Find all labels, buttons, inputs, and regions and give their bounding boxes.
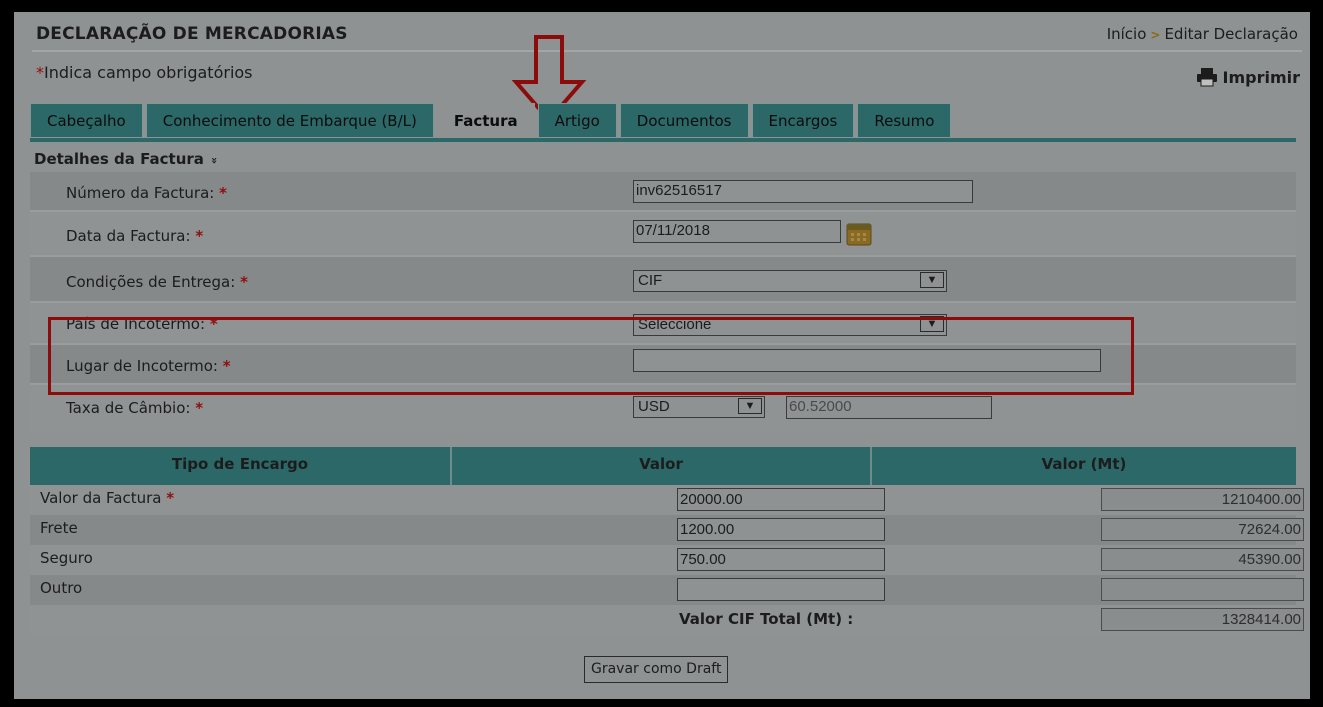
required-note: *Indica campo obrigatórios — [36, 63, 253, 82]
charges-table-header: Tipo de Encargo Valor Valor (Mt) — [30, 447, 1296, 485]
calendar-icon[interactable] — [846, 222, 872, 246]
section-title[interactable]: Detalhes da Factura » — [34, 150, 221, 168]
charge-mt-value: 1210400.00 — [1101, 488, 1304, 511]
form-row-delivery-conditions: Condições de Entrega: * CIF ▼ — [30, 257, 1296, 303]
table-row: Seguro 750.00 45390.00 — [30, 545, 1304, 575]
table-row: Frete 1200.00 72624.00 — [30, 515, 1304, 545]
exchange-rate-label: Taxa de Câmbio: * — [66, 399, 203, 417]
chevron-down-icon[interactable]: » — [208, 157, 221, 164]
breadcrumb: Início > Editar Declaração — [1107, 25, 1298, 43]
required-star: * — [195, 227, 204, 245]
breadcrumb-home-link[interactable]: Início — [1107, 25, 1147, 43]
required-star: * — [166, 489, 175, 507]
page: DECLARAÇÃO DE MERCADORIAS Início > Editar … — [14, 12, 1310, 699]
total-mt-value: 1328414.00 — [1101, 608, 1304, 631]
chevron-down-icon[interactable]: ▼ — [920, 272, 944, 288]
form-row-invoice-number: Número da Factura: * inv62516517 — [30, 172, 1296, 212]
charges-table: Tipo de Encargo Valor Valor (Mt) Valor d… — [30, 447, 1304, 635]
tab-resumo[interactable]: Resumo — [857, 103, 952, 137]
charge-value-input[interactable]: 1200.00 — [677, 518, 885, 541]
delivery-conditions-label-text: Condições de Entrega: — [66, 273, 236, 291]
tab-factura[interactable]: Factura — [436, 103, 535, 140]
exchange-rate-input: 60.52000 — [786, 396, 992, 419]
charge-mt-value — [1101, 578, 1304, 601]
incoterm-highlight-box — [48, 317, 1134, 395]
charge-type-label: Frete — [40, 519, 78, 537]
column-header: Valor (Mt) — [1041, 455, 1127, 473]
charge-mt-value: 72624.00 — [1101, 518, 1304, 541]
invoice-date-label: Data da Factura: * — [66, 227, 203, 245]
invoice-date-label-text: Data da Factura: — [66, 227, 191, 245]
charge-value-input[interactable]: 750.00 — [677, 548, 885, 571]
table-row: Outro — [30, 575, 1304, 605]
required-star: * — [36, 63, 44, 82]
charge-type-text: Valor da Factura — [40, 489, 162, 507]
section-title-text: Detalhes da Factura — [34, 150, 204, 168]
breadcrumb-current: Editar Declaração — [1164, 25, 1298, 43]
print-label: Imprimir — [1222, 67, 1301, 87]
currency-select[interactable]: USD ▼ — [633, 396, 765, 418]
print-button[interactable]: Imprimir — [1196, 67, 1301, 87]
invoice-number-label: Número da Factura: * — [66, 184, 227, 202]
delivery-conditions-value: CIF — [638, 272, 663, 289]
page-title: DECLARAÇÃO DE MERCADORIAS — [36, 24, 348, 44]
charge-type-label: Seguro — [40, 549, 93, 567]
charge-value-input[interactable]: 20000.00 — [677, 488, 885, 511]
required-star: * — [240, 273, 248, 291]
tab-artigo[interactable]: Artigo — [537, 103, 617, 137]
currency-value: USD — [638, 398, 670, 415]
charge-type-label: Outro — [40, 579, 83, 597]
total-row: Valor CIF Total (Mt) : 1328414.00 — [30, 605, 1304, 635]
table-row: Valor da Factura * 20000.00 1210400.00 — [30, 485, 1304, 515]
required-note-text: Indica campo obrigatórios — [44, 63, 253, 82]
invoice-number-label-text: Número da Factura: — [66, 184, 215, 202]
invoice-date-input[interactable]: 07/11/2018 — [633, 220, 841, 243]
charge-mt-value: 45390.00 — [1101, 548, 1304, 571]
charge-type-label: Valor da Factura * — [40, 489, 174, 507]
tab-underline — [30, 138, 1296, 142]
printer-icon — [1196, 68, 1217, 87]
tab-bar: Cabeçalho Conhecimento de Embarque (B/L)… — [30, 103, 954, 140]
required-star: * — [219, 184, 227, 202]
total-label: Valor CIF Total (Mt) : — [679, 610, 854, 628]
save-draft-button[interactable]: Gravar como Draft — [584, 656, 729, 683]
charge-value-input[interactable] — [677, 578, 885, 601]
tab-cabecalho[interactable]: Cabeçalho — [30, 103, 143, 137]
column-header: Valor — [452, 447, 872, 485]
delivery-conditions-label: Condições de Entrega: * — [66, 273, 248, 291]
invoice-number-input[interactable]: inv62516517 — [633, 180, 973, 203]
tab-encargos[interactable]: Encargos — [751, 103, 855, 137]
tab-conhecimento-embarque[interactable]: Conhecimento de Embarque (B/L) — [145, 103, 434, 137]
column-header: Tipo de Encargo — [30, 447, 452, 485]
required-star: * — [195, 399, 204, 417]
tab-documentos[interactable]: Documentos — [619, 103, 749, 137]
chevron-down-icon[interactable]: ▼ — [738, 398, 762, 414]
header-bar: DECLARAÇÃO DE MERCADORIAS Início > Editar … — [32, 20, 1302, 52]
form-row-invoice-date: Data da Factura: * 07/11/2018 — [30, 212, 1296, 257]
breadcrumb-separator-icon: > — [1150, 28, 1161, 42]
exchange-rate-label-text: Taxa de Câmbio: — [66, 399, 191, 417]
delivery-conditions-select[interactable]: CIF ▼ — [633, 270, 947, 292]
